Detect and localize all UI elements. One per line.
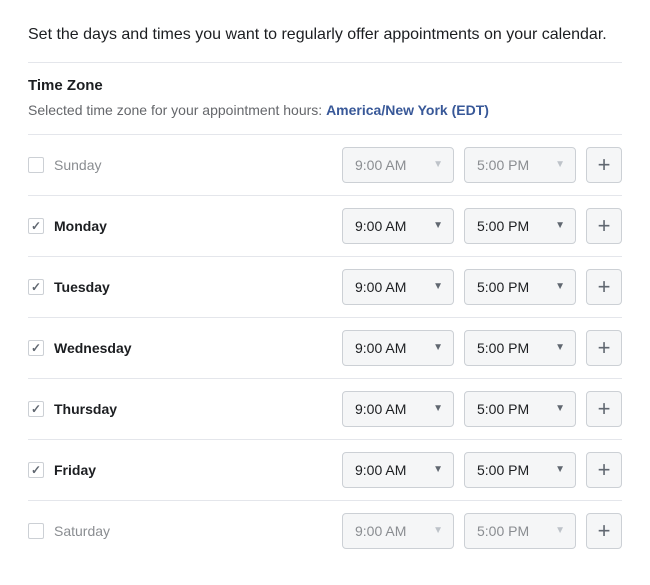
day-row: Tuesday 9:00 AM ▼ 5:00 PM ▼ + [28, 256, 622, 317]
chevron-down-icon: ▼ [555, 220, 565, 231]
day-row: Friday 9:00 AM ▼ 5:00 PM ▼ + [28, 439, 622, 500]
day-row: Wednesday 9:00 AM ▼ 5:00 PM ▼ + [28, 317, 622, 378]
end-time-select[interactable]: 5:00 PM ▼ [464, 208, 576, 244]
start-time-select: 9:00 AM ▼ [342, 147, 454, 183]
day-label: Saturday [54, 523, 110, 539]
end-time-value: 5:00 PM [477, 462, 529, 478]
start-time-value: 9:00 AM [355, 340, 406, 356]
start-time-value: 9:00 AM [355, 218, 406, 234]
end-time-value: 5:00 PM [477, 523, 529, 539]
chevron-down-icon: ▼ [433, 220, 443, 231]
day-checkbox[interactable] [28, 401, 44, 417]
timezone-text: Selected time zone for your appointment … [28, 102, 622, 118]
start-time-select: 9:00 AM ▼ [342, 513, 454, 549]
day-label: Monday [54, 218, 107, 234]
add-time-button[interactable]: + [586, 330, 622, 366]
end-time-value: 5:00 PM [477, 340, 529, 356]
start-time-select[interactable]: 9:00 AM ▼ [342, 452, 454, 488]
end-time-select[interactable]: 5:00 PM ▼ [464, 269, 576, 305]
add-time-button[interactable]: + [586, 513, 622, 549]
add-time-button[interactable]: + [586, 452, 622, 488]
end-time-select[interactable]: 5:00 PM ▼ [464, 391, 576, 427]
start-time-value: 9:00 AM [355, 401, 406, 417]
add-time-button[interactable]: + [586, 147, 622, 183]
end-time-select[interactable]: 5:00 PM ▼ [464, 330, 576, 366]
day-row: Sunday 9:00 AM ▼ 5:00 PM ▼ + [28, 134, 622, 195]
add-time-button[interactable]: + [586, 269, 622, 305]
timezone-label: Selected time zone for your appointment … [28, 102, 326, 118]
chevron-down-icon: ▼ [433, 525, 443, 536]
day-label: Thursday [54, 401, 117, 417]
chevron-down-icon: ▼ [433, 342, 443, 353]
day-checkbox[interactable] [28, 157, 44, 173]
chevron-down-icon: ▼ [433, 464, 443, 475]
end-time-value: 5:00 PM [477, 279, 529, 295]
add-time-button[interactable]: + [586, 391, 622, 427]
day-row: Monday 9:00 AM ▼ 5:00 PM ▼ + [28, 195, 622, 256]
day-label: Tuesday [54, 279, 110, 295]
chevron-down-icon: ▼ [555, 525, 565, 536]
end-time-select: 5:00 PM ▼ [464, 513, 576, 549]
start-time-select[interactable]: 9:00 AM ▼ [342, 269, 454, 305]
chevron-down-icon: ▼ [555, 281, 565, 292]
end-time-select: 5:00 PM ▼ [464, 147, 576, 183]
start-time-value: 9:00 AM [355, 523, 406, 539]
chevron-down-icon: ▼ [555, 159, 565, 170]
timezone-link[interactable]: America/New York (EDT) [326, 102, 489, 118]
chevron-down-icon: ▼ [555, 342, 565, 353]
start-time-select[interactable]: 9:00 AM ▼ [342, 391, 454, 427]
divider [28, 62, 622, 63]
start-time-select[interactable]: 9:00 AM ▼ [342, 208, 454, 244]
start-time-value: 9:00 AM [355, 279, 406, 295]
add-time-button[interactable]: + [586, 208, 622, 244]
chevron-down-icon: ▼ [555, 403, 565, 414]
end-time-value: 5:00 PM [477, 157, 529, 173]
day-checkbox[interactable] [28, 523, 44, 539]
day-label: Wednesday [54, 340, 132, 356]
start-time-select[interactable]: 9:00 AM ▼ [342, 330, 454, 366]
page-description: Set the days and times you want to regul… [28, 24, 622, 46]
day-label: Friday [54, 462, 96, 478]
chevron-down-icon: ▼ [433, 159, 443, 170]
day-checkbox[interactable] [28, 279, 44, 295]
start-time-value: 9:00 AM [355, 462, 406, 478]
start-time-value: 9:00 AM [355, 157, 406, 173]
end-time-value: 5:00 PM [477, 401, 529, 417]
chevron-down-icon: ▼ [555, 464, 565, 475]
chevron-down-icon: ▼ [433, 281, 443, 292]
end-time-value: 5:00 PM [477, 218, 529, 234]
chevron-down-icon: ▼ [433, 403, 443, 414]
day-label: Sunday [54, 157, 101, 173]
day-checkbox[interactable] [28, 462, 44, 478]
end-time-select[interactable]: 5:00 PM ▼ [464, 452, 576, 488]
day-checkbox[interactable] [28, 218, 44, 234]
day-row: Thursday 9:00 AM ▼ 5:00 PM ▼ + [28, 378, 622, 439]
day-row: Saturday 9:00 AM ▼ 5:00 PM ▼ + [28, 500, 622, 561]
timezone-heading: Time Zone [28, 77, 622, 94]
day-checkbox[interactable] [28, 340, 44, 356]
